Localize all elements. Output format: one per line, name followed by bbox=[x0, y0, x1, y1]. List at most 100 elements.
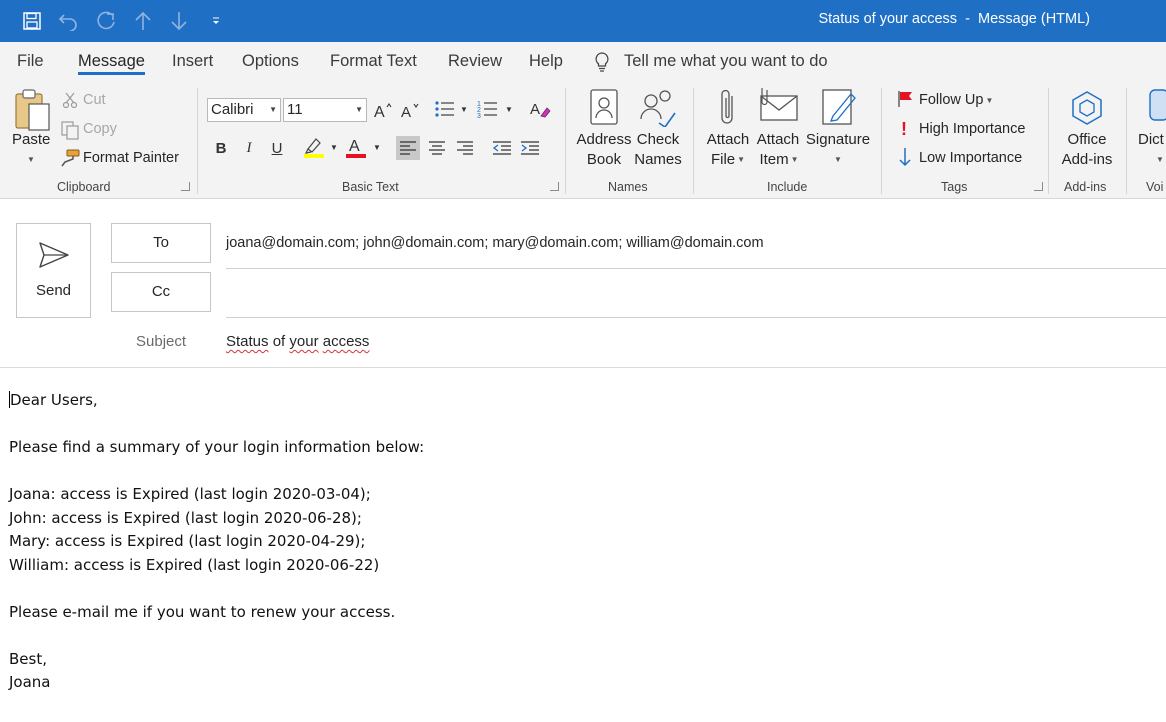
attach-item-icon[interactable] bbox=[757, 86, 799, 122]
dictate-icon[interactable] bbox=[1146, 88, 1166, 124]
address-book-line2[interactable]: Book bbox=[575, 150, 633, 170]
message-body[interactable]: Dear Users, Please find a summary of you… bbox=[9, 389, 1109, 695]
follow-up-button[interactable]: Follow Up ▼ bbox=[919, 92, 993, 108]
office-addins-icon[interactable] bbox=[1069, 89, 1105, 127]
highlight-icon[interactable] bbox=[302, 135, 326, 159]
check-names-line1[interactable]: Check bbox=[630, 130, 686, 150]
svg-text:A: A bbox=[401, 104, 411, 119]
cut-button[interactable]: Cut bbox=[83, 92, 106, 108]
paste-button[interactable]: Paste bbox=[12, 130, 50, 150]
check-names-line2[interactable]: Names bbox=[630, 150, 686, 170]
align-right-icon[interactable] bbox=[453, 136, 477, 160]
attach-file-line2: File bbox=[710, 151, 736, 168]
to-button[interactable]: To bbox=[111, 223, 211, 263]
tab-help[interactable]: Help bbox=[529, 42, 563, 82]
italic-button[interactable]: I bbox=[237, 136, 261, 160]
numbering-dropdown-caret[interactable]: ▼ bbox=[502, 97, 516, 121]
tab-insert[interactable]: Insert bbox=[172, 42, 213, 82]
body-line: William: access is Expired (last login 2… bbox=[9, 555, 380, 574]
numbering-icon[interactable]: 123 bbox=[477, 97, 501, 121]
format-painter-button[interactable]: Format Painter bbox=[83, 150, 179, 166]
tags-dialog-launcher[interactable] bbox=[1034, 182, 1043, 191]
bullets-icon[interactable] bbox=[434, 97, 458, 121]
copy-button[interactable]: Copy bbox=[83, 121, 117, 137]
cc-button[interactable]: Cc bbox=[111, 272, 211, 312]
svg-text:A: A bbox=[530, 101, 540, 118]
office-addins-line1[interactable]: Office bbox=[1056, 130, 1118, 150]
to-field-underline bbox=[226, 268, 1166, 269]
svg-text:A: A bbox=[374, 104, 385, 119]
group-divider bbox=[1126, 88, 1127, 194]
to-field[interactable]: joana@domain.com; john@domain.com; mary@… bbox=[226, 235, 764, 251]
ribbon: Paste ▼ Cut Copy Format Painter Clipboar… bbox=[0, 82, 1166, 199]
send-button[interactable]: Send bbox=[16, 223, 91, 318]
align-left-icon[interactable] bbox=[396, 136, 420, 160]
send-icon bbox=[39, 242, 69, 268]
save-icon[interactable] bbox=[19, 9, 45, 33]
send-label: Send bbox=[35, 282, 72, 299]
paste-icon[interactable] bbox=[14, 88, 52, 132]
align-center-icon[interactable] bbox=[425, 136, 449, 160]
address-book-icon[interactable] bbox=[588, 88, 620, 126]
tab-review[interactable]: Review bbox=[448, 42, 502, 82]
increase-indent-icon[interactable] bbox=[518, 136, 542, 160]
font-color-dropdown-caret[interactable]: ▼ bbox=[370, 135, 384, 159]
font-family-value: Calibri bbox=[211, 101, 254, 118]
shrink-font-icon[interactable]: A bbox=[398, 98, 422, 122]
basic-text-dialog-launcher[interactable] bbox=[550, 182, 559, 191]
signature-dropdown-caret[interactable]: ▼ bbox=[804, 150, 872, 170]
group-divider bbox=[693, 88, 694, 194]
window-title: Status of your access - Message (HTML) bbox=[818, 11, 1090, 27]
clear-formatting-icon[interactable]: A bbox=[528, 97, 552, 121]
paperclip-icon[interactable] bbox=[717, 88, 739, 128]
attach-file-line1[interactable]: Attach bbox=[704, 130, 752, 150]
underline-button[interactable]: U bbox=[265, 136, 289, 160]
up-arrow-icon[interactable] bbox=[130, 9, 156, 33]
group-divider bbox=[565, 88, 566, 194]
scissors-icon bbox=[62, 92, 78, 109]
tab-message[interactable]: Message bbox=[78, 42, 145, 82]
down-arrow-icon[interactable] bbox=[166, 9, 192, 33]
tab-format-text[interactable]: Format Text bbox=[330, 42, 417, 82]
office-addins-line2[interactable]: Add-ins bbox=[1056, 150, 1118, 170]
signature-button[interactable]: Signature bbox=[804, 130, 872, 150]
format-painter-icon bbox=[61, 149, 80, 167]
signature-icon[interactable] bbox=[821, 88, 857, 126]
body-line: Joana: access is Expired (last login 202… bbox=[9, 485, 371, 503]
font-family-select[interactable]: Calibri ▼ bbox=[207, 98, 281, 122]
decrease-indent-icon[interactable] bbox=[490, 136, 514, 160]
font-size-select[interactable]: 11 ▼ bbox=[283, 98, 367, 122]
clipboard-dialog-launcher[interactable] bbox=[181, 182, 190, 191]
addins-group-label: Add-ins bbox=[1064, 180, 1107, 194]
names-group-label: Names bbox=[608, 180, 648, 194]
customize-qat-icon[interactable] bbox=[203, 9, 229, 33]
body-intro: Please find a summary of your login info… bbox=[9, 438, 425, 456]
body-greeting: Dear Users, bbox=[10, 391, 98, 409]
font-color-icon[interactable]: A bbox=[344, 135, 368, 159]
dictate-dropdown-caret[interactable]: ▼ bbox=[1156, 150, 1164, 170]
highlight-dropdown-caret[interactable]: ▼ bbox=[327, 135, 341, 159]
attach-file-dropdown[interactable]: File ▼ bbox=[704, 150, 752, 170]
paste-dropdown-caret[interactable]: ▼ bbox=[12, 150, 50, 170]
body-closing: Please e-mail me if you want to renew yo… bbox=[9, 602, 396, 621]
attach-item-dropdown[interactable]: Item ▼ bbox=[754, 150, 804, 170]
low-importance-button[interactable]: Low Importance bbox=[919, 150, 1022, 166]
subject-word: access bbox=[322, 333, 370, 350]
bullets-dropdown-caret[interactable]: ▼ bbox=[457, 97, 471, 121]
body-line: John: access is Expired (last login 2020… bbox=[9, 508, 362, 527]
address-book-line1[interactable]: Address bbox=[575, 130, 633, 150]
tell-me-search[interactable]: Tell me what you want to do bbox=[624, 42, 828, 82]
attach-item-line1[interactable]: Attach bbox=[754, 130, 802, 150]
tab-options[interactable]: Options bbox=[242, 42, 299, 82]
dictate-button[interactable]: Dict bbox=[1138, 130, 1164, 150]
cc-field[interactable] bbox=[226, 284, 1126, 304]
subject-word: Status bbox=[226, 333, 269, 350]
subject-field[interactable]: Status of your access bbox=[226, 333, 369, 350]
redo-icon[interactable] bbox=[93, 9, 119, 33]
check-names-icon[interactable] bbox=[639, 87, 677, 127]
undo-icon[interactable] bbox=[56, 9, 82, 33]
tab-file[interactable]: File bbox=[17, 42, 44, 82]
grow-font-icon[interactable]: A bbox=[371, 98, 395, 122]
high-importance-button[interactable]: High Importance bbox=[919, 121, 1025, 137]
bold-button[interactable]: B bbox=[209, 136, 233, 160]
